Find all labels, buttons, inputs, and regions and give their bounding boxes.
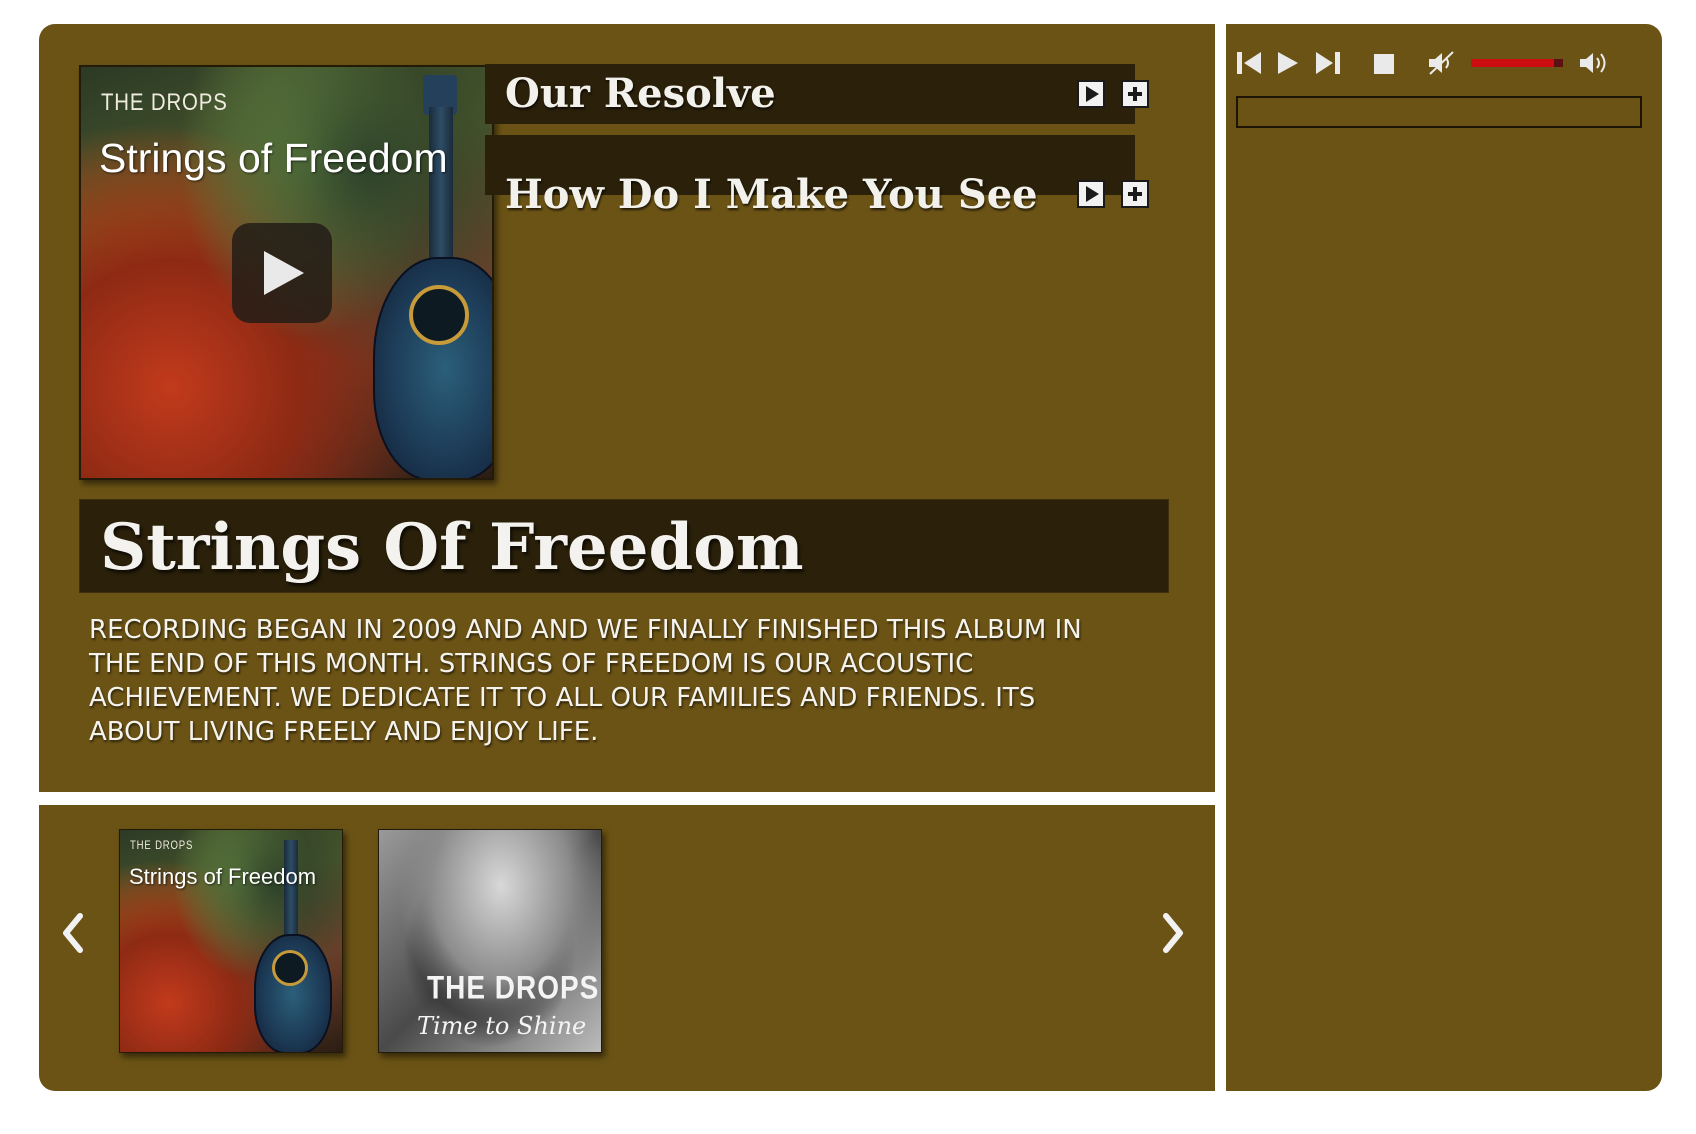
cover-album-title: Time to Shine	[417, 1012, 587, 1040]
track-title: How Do I Make You See	[505, 171, 1038, 218]
mute-icon	[1429, 51, 1454, 75]
volume-max-button[interactable]	[1578, 50, 1610, 79]
volume-level	[1471, 59, 1554, 67]
volume-slider[interactable]	[1471, 59, 1563, 67]
previous-icon	[1237, 52, 1261, 74]
seek-bar[interactable]	[1236, 96, 1642, 128]
carousel-next-button[interactable]	[1160, 910, 1186, 966]
chevron-right-icon	[1163, 913, 1183, 953]
guitar-soundhole	[409, 285, 469, 345]
cover-album-title: Strings of Freedom	[99, 135, 448, 181]
cover-band-name: THE DROPS	[427, 969, 600, 1006]
mute-button[interactable]	[1427, 50, 1457, 79]
chevron-left-icon	[63, 913, 83, 953]
album-title: Strings Of Freedom	[100, 510, 804, 585]
cover-band-name: THE DROPS	[130, 838, 194, 852]
play-icon	[1086, 86, 1099, 102]
play-track-button[interactable]	[1077, 80, 1105, 108]
album-title-bar: Strings Of Freedom	[79, 499, 1169, 593]
play-icon	[1086, 186, 1099, 202]
next-button[interactable]	[1315, 50, 1341, 79]
volume-max-icon	[1580, 53, 1606, 73]
carousel-item-strings-of-freedom[interactable]: THE DROPS Strings of Freedom	[119, 829, 343, 1053]
track-title: Our Resolve	[505, 70, 776, 117]
play-icon	[264, 251, 304, 295]
player-panel	[1226, 24, 1662, 1091]
add-track-button[interactable]	[1121, 80, 1149, 108]
next-icon	[1316, 52, 1340, 74]
cover-album-title: Strings of Freedom	[129, 864, 317, 889]
carousel-prev-button[interactable]	[60, 910, 86, 966]
play-album-button[interactable]	[232, 223, 332, 323]
stop-icon	[1374, 54, 1394, 74]
track-row[interactable]: Our Resolve	[485, 64, 1149, 124]
previous-button[interactable]	[1236, 50, 1262, 79]
album-description: RECORDING BEGAN IN 2009 AND AND WE FINAL…	[89, 615, 1082, 747]
track-row[interactable]: How Do I Make You See	[485, 135, 1149, 218]
play-button[interactable]	[1276, 50, 1300, 79]
stop-button[interactable]	[1372, 52, 1396, 79]
play-icon	[1278, 52, 1298, 74]
play-track-button[interactable]	[1077, 180, 1105, 208]
carousel-item-time-to-shine[interactable]: THE DROPS Time to Shine	[378, 829, 602, 1053]
guitar-soundhole	[272, 950, 308, 986]
add-track-button[interactable]	[1121, 180, 1149, 208]
cover-band-name: THE DROPS	[101, 89, 228, 116]
